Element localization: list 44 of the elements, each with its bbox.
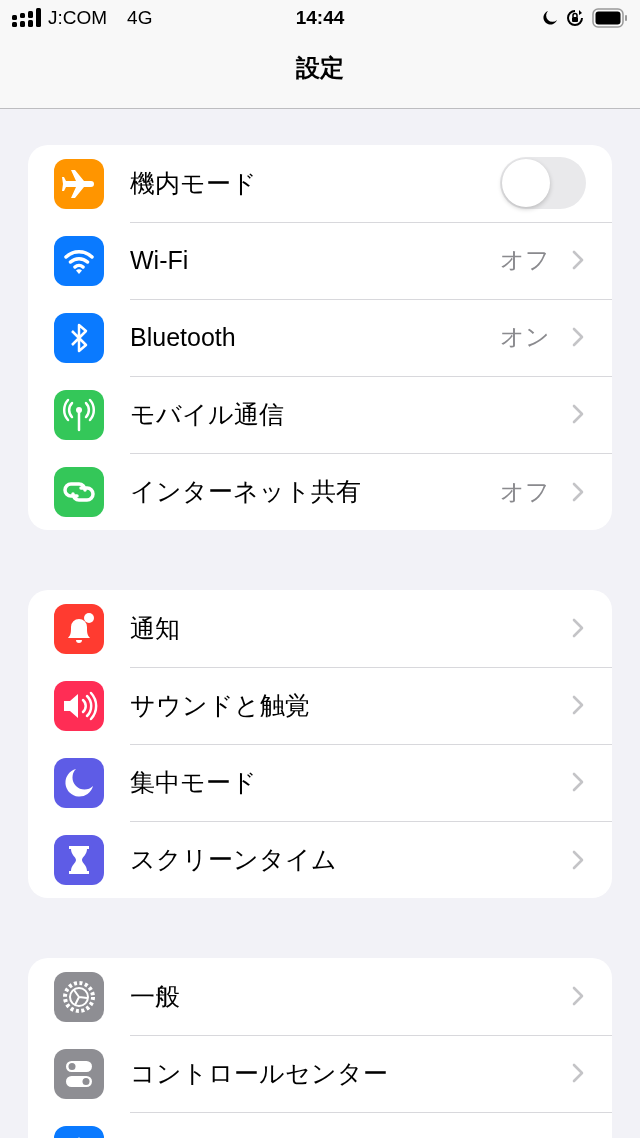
- row-value: オフ: [500, 245, 550, 275]
- page-title: 設定: [296, 53, 344, 83]
- row-label: 機内モード: [130, 167, 258, 199]
- row-label: コントロールセンター: [130, 1057, 389, 1089]
- moon-icon: [542, 10, 558, 26]
- chevron-icon: [572, 404, 584, 424]
- toggle-row[interactable]: 機内モード: [28, 145, 612, 222]
- chevron-icon: [572, 695, 584, 715]
- settings-row[interactable]: サウンドと触覚: [28, 667, 612, 744]
- row-label: モバイル通信: [130, 398, 285, 430]
- battery-icon: [592, 8, 628, 28]
- settings-row[interactable]: Bluetooth オン: [28, 299, 612, 376]
- settings-row[interactable]: コントロールセンター: [28, 1035, 612, 1112]
- row-label: 通知: [130, 612, 181, 644]
- row-label: サウンドと触覚: [130, 689, 311, 721]
- row-label: 一般: [130, 980, 181, 1012]
- network-type: 4G: [127, 7, 153, 29]
- settings-row[interactable]: Wi-Fi オフ: [28, 222, 612, 299]
- rotation-lock-icon: [566, 9, 584, 27]
- chevron-icon: [572, 250, 584, 270]
- chevron-icon: [572, 481, 584, 502]
- row-value: オン: [500, 322, 550, 352]
- row-label: 集中モード: [130, 766, 258, 798]
- chevron-icon: [572, 618, 584, 638]
- signal-icon: [12, 8, 42, 28]
- chevron-icon: [572, 772, 584, 792]
- carrier-name: J:COM: [48, 7, 108, 29]
- settings-row[interactable]: スクリーンタイム: [28, 821, 612, 898]
- settings-row[interactable]: インターネット共有 オフ: [28, 453, 612, 530]
- row-label: インターネット共有: [130, 476, 362, 507]
- settings-row[interactable]: 集中モード: [28, 744, 612, 821]
- chevron-icon: [572, 327, 584, 347]
- row-label: Bluetooth: [130, 322, 237, 352]
- row-label: Wi-Fi: [130, 245, 190, 275]
- row-label: スクリーンタイム: [130, 844, 338, 875]
- row-value: オフ: [500, 476, 550, 507]
- settings-row[interactable]: 通知: [28, 590, 612, 667]
- chevron-icon: [572, 1063, 584, 1083]
- clock-time: 14:44: [295, 7, 345, 29]
- toggle-switch[interactable]: [500, 157, 586, 209]
- chevron-icon: [572, 849, 584, 870]
- settings-row[interactable]: モバイル通信: [28, 376, 612, 453]
- settings-row[interactable]: 一般: [28, 958, 612, 1035]
- chevron-icon: [572, 986, 584, 1006]
